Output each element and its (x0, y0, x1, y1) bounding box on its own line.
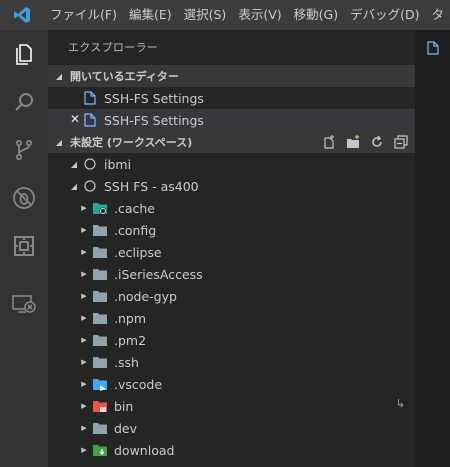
menu-go[interactable]: 移動(G) (288, 0, 344, 30)
folder-icon (92, 310, 108, 326)
folder-item[interactable]: ▶ .eclipse (48, 241, 415, 263)
folder-label: .npm (114, 310, 147, 326)
open-editors-title: 開いているエディター (70, 70, 179, 83)
explorer-sidebar: エクスプローラー ◢ 開いているエディター SSH-FS Settings ✕ … (48, 30, 415, 467)
bin-folder-icon (92, 398, 108, 414)
cache-folder-icon (92, 200, 108, 216)
source-control-icon[interactable] (0, 126, 48, 174)
folder-item[interactable]: ▶ .npm (48, 307, 415, 329)
chevron-right-icon: ▶ (81, 292, 87, 300)
chevron-right-icon: ▶ (81, 424, 87, 432)
workspace-root-item[interactable]: ◢ SSH FS - as400 (48, 175, 415, 197)
folder-item[interactable]: ▶ .config (48, 219, 415, 241)
chevron-down-icon: ◢ (55, 137, 63, 147)
chevron-right-icon: ▶ (81, 380, 87, 388)
file-icon (82, 90, 98, 106)
chevron-right-icon: ▶ (81, 402, 87, 410)
editor-tab[interactable] (415, 30, 450, 65)
title-bar: ファイル(F) 編集(E) 選択(S) 表示(V) 移動(G) デバッグ(D) … (0, 0, 450, 30)
menu-selection[interactable]: 選択(S) (178, 0, 233, 30)
folder-icon (92, 244, 108, 260)
explorer-icon[interactable] (0, 30, 48, 78)
file-icon (82, 112, 98, 128)
root-circle-icon (82, 156, 98, 172)
vscode-folder-icon (92, 376, 108, 392)
open-editor-item-active[interactable]: ✕ SSH-FS Settings (48, 109, 415, 131)
folder-icon (92, 420, 108, 436)
folder-label: .node-gyp (114, 288, 177, 304)
workspace-root-item[interactable]: ◢ ibmi (48, 153, 415, 175)
menu-debug[interactable]: デバッグ(D) (344, 0, 425, 30)
folder-icon (92, 354, 108, 370)
menu-terminal[interactable]: タ (425, 0, 450, 30)
extensions-icon[interactable] (0, 222, 48, 270)
sidebar-title: エクスプローラー (68, 41, 159, 54)
chevron-right-icon: ▶ (81, 270, 87, 278)
new-file-icon[interactable] (321, 134, 337, 150)
workspace-title: 未設定 (ワークスペース) (70, 136, 193, 149)
chevron-right-icon: ▶ (81, 226, 87, 234)
collapse-all-icon[interactable] (393, 134, 409, 150)
folder-label: dev (114, 420, 138, 436)
open-editor-label: SSH-FS Settings (104, 112, 204, 128)
folder-icon (92, 332, 108, 348)
close-icon[interactable]: ✕ (70, 112, 80, 126)
chevron-down-icon: ◢ (70, 159, 78, 169)
folder-item[interactable]: ▶ bin ↳ (48, 395, 415, 417)
folder-label: .ssh (114, 354, 139, 370)
folder-item[interactable]: ▶ download (48, 439, 415, 461)
menu-view[interactable]: 表示(V) (232, 0, 287, 30)
folder-item[interactable]: ▶ .iSeriesAccess (48, 263, 415, 285)
folder-item[interactable]: ▶ .ssh (48, 351, 415, 373)
remote-explorer-icon[interactable] (0, 280, 48, 328)
chevron-down-icon: ◢ (70, 181, 78, 191)
folder-list: ▶ .cache ▶ .config ▶ .eclipse ▶ .iSeriesAccess ▶… (48, 197, 415, 461)
open-editors-header[interactable]: ◢ 開いているエディター (48, 65, 415, 87)
editor-area (415, 30, 450, 467)
root-label: SSH FS - as400 (104, 178, 199, 194)
menu-edit[interactable]: 編集(E) (123, 0, 178, 30)
folder-icon (92, 288, 108, 304)
download-folder-icon (92, 442, 108, 458)
search-icon[interactable] (0, 78, 48, 126)
refresh-icon[interactable] (369, 134, 385, 150)
file-icon (427, 40, 439, 55)
folder-label: .vscode (114, 376, 163, 392)
open-editor-label: SSH-FS Settings (104, 90, 204, 106)
folder-item[interactable]: ▶ .vscode (48, 373, 415, 395)
folder-label: bin (114, 398, 134, 414)
chevron-right-icon: ▶ (81, 446, 87, 454)
root-circle-icon (82, 178, 98, 194)
workspace-header[interactable]: ◢ 未設定 (ワークスペース) (48, 131, 415, 153)
chevron-right-icon: ▶ (81, 314, 87, 322)
folder-item[interactable]: ▶ .node-gyp (48, 285, 415, 307)
folder-icon (92, 266, 108, 282)
folder-item[interactable]: ▶ .pm2 (48, 329, 415, 351)
debug-icon[interactable] (0, 174, 48, 222)
folder-item[interactable]: ▶ .cache (48, 197, 415, 219)
folder-label: .pm2 (114, 332, 147, 348)
chevron-right-icon: ▶ (81, 358, 87, 366)
folder-label: .cache (114, 200, 155, 216)
chevron-right-icon: ▶ (81, 248, 87, 256)
folder-icon (92, 222, 108, 238)
root-label: ibmi (104, 156, 132, 172)
folder-item[interactable]: ▶ dev (48, 417, 415, 439)
folder-label: download (114, 442, 175, 458)
chevron-right-icon: ▶ (81, 204, 87, 212)
vscode-logo-icon (0, 0, 44, 30)
folder-label: .eclipse (114, 244, 162, 260)
new-folder-icon[interactable] (345, 134, 361, 150)
chevron-right-icon: ▶ (81, 336, 87, 344)
folder-label: .config (114, 222, 157, 238)
folder-label: .iSeriesAccess (114, 266, 203, 282)
chevron-down-icon: ◢ (55, 71, 63, 81)
menu-file[interactable]: ファイル(F) (44, 0, 123, 30)
activity-bar (0, 30, 48, 467)
symlink-badge: ↳ (395, 397, 405, 410)
workspace-actions (321, 131, 409, 153)
open-editor-item[interactable]: SSH-FS Settings (48, 87, 415, 109)
